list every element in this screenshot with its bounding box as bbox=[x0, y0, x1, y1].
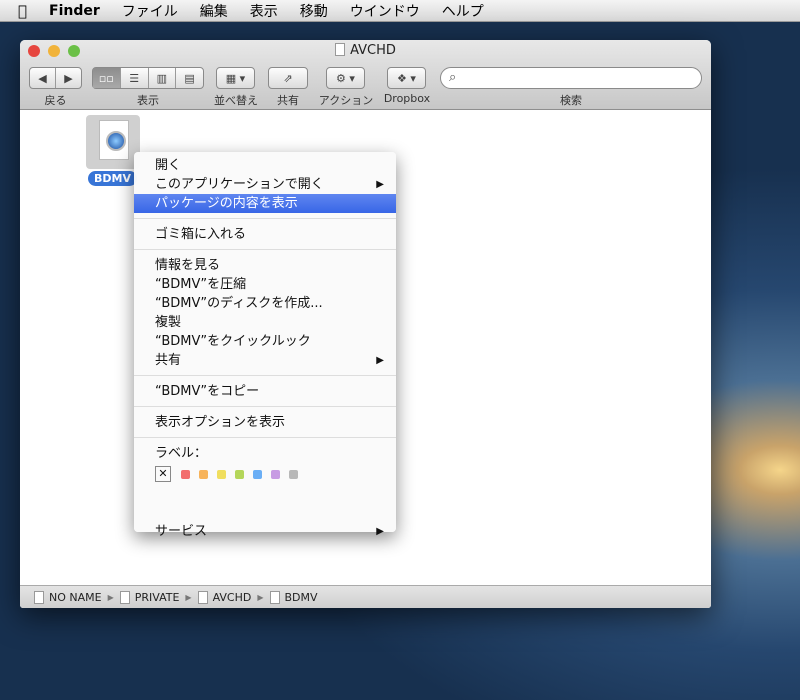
folder-icon bbox=[335, 43, 346, 56]
menu-edit[interactable]: 編集 bbox=[200, 1, 228, 21]
label-title: ラベル： bbox=[155, 446, 208, 461]
menu-item-open-with[interactable]: このアプリケーションで開く ▶ bbox=[134, 175, 396, 194]
gear-icon: ⚙ ▾ bbox=[336, 71, 355, 85]
menu-separator bbox=[134, 218, 396, 219]
menu-item-quick-look[interactable]: “BDMV”をクイックルック bbox=[134, 332, 396, 351]
label-orange[interactable] bbox=[199, 469, 208, 479]
label-green[interactable] bbox=[235, 469, 244, 479]
submenu-arrow-icon: ▶ bbox=[376, 179, 384, 190]
menu-separator bbox=[134, 437, 396, 438]
menu-item-copy[interactable]: “BDMV”をコピー bbox=[134, 382, 396, 401]
arrange-label: 並べ替え bbox=[214, 94, 258, 107]
quicktime-doc-icon bbox=[99, 120, 129, 160]
view-label: 表示 bbox=[137, 94, 159, 107]
coverflow-view-icon[interactable]: ▤ bbox=[176, 68, 203, 88]
menu-item-show-view-options[interactable]: 表示オプションを表示 bbox=[134, 413, 396, 432]
menu-separator bbox=[134, 406, 396, 407]
toolbar: AVCHD ◀ ▶ 戻る ▫▫ ☰ ▥ ▤ 表示 ▦ ▾ 並べ替え ⇗ 共有 ⚙ ▾ ア… bbox=[20, 40, 711, 110]
menu-item-compress[interactable]: “BDMV”を圧縮 bbox=[134, 275, 396, 294]
path-arrow-icon: ▶ bbox=[185, 592, 192, 602]
search-label: 検索 bbox=[560, 94, 582, 107]
list-view-icon[interactable]: ☰ bbox=[121, 68, 149, 88]
apple-menu-icon[interactable]:  bbox=[18, 2, 27, 20]
menu-item-label: このアプリケーションで開く bbox=[155, 177, 324, 192]
path-arrow-icon: ▶ bbox=[107, 592, 114, 602]
folder-icon bbox=[197, 590, 208, 604]
label-red[interactable] bbox=[181, 469, 190, 479]
menu-finder[interactable]: Finder bbox=[49, 3, 100, 19]
menu-window[interactable]: ウインドウ bbox=[350, 1, 420, 21]
disk-icon bbox=[34, 590, 44, 604]
back-label: 戻る bbox=[44, 94, 67, 107]
menu-item-get-info[interactable]: 情報を見る bbox=[134, 256, 396, 275]
label-gray[interactable] bbox=[289, 469, 298, 479]
search-input[interactable]: ⌕ bbox=[440, 67, 702, 89]
menu-file[interactable]: ファイル bbox=[122, 1, 178, 21]
icon-view-icon[interactable]: ▫▫ bbox=[93, 68, 121, 88]
menu-item-open[interactable]: 開く bbox=[134, 156, 396, 175]
label-colors: ✕ bbox=[134, 463, 396, 485]
back-forward-buttons: ◀ ▶ bbox=[29, 67, 82, 89]
forward-icon[interactable]: ▶ bbox=[56, 68, 81, 88]
share-icon: ⇗ bbox=[283, 71, 293, 85]
menu-item-move-to-trash[interactable]: ゴミ箱に入れる bbox=[134, 225, 396, 244]
menu-separator bbox=[134, 375, 396, 376]
label-yellow[interactable] bbox=[217, 469, 226, 479]
view-buttons: ▫▫ ☰ ▥ ▤ bbox=[92, 67, 204, 89]
no-label-icon[interactable]: ✕ bbox=[155, 466, 171, 482]
menu-item-show-package-contents[interactable]: パッケージの内容を表示 bbox=[134, 194, 396, 213]
dropbox-label: Dropbox bbox=[383, 92, 431, 105]
menu-item-burn[interactable]: “BDMV”のディスクを作成... bbox=[134, 294, 396, 313]
share-button[interactable]: ⇗ bbox=[268, 67, 308, 89]
menu-item-duplicate[interactable]: 複製 bbox=[134, 313, 396, 332]
menu-item-share[interactable]: 共有 ▶ bbox=[134, 351, 396, 370]
context-menu: 開く このアプリケーションで開く ▶ パッケージの内容を表示 ゴミ箱に入れる 情報… bbox=[134, 152, 396, 539]
label-purple[interactable] bbox=[271, 469, 280, 479]
submenu-arrow-icon: ▶ bbox=[376, 355, 384, 366]
menu-go[interactable]: 移動 bbox=[300, 1, 328, 21]
action-button[interactable]: ⚙ ▾ bbox=[326, 67, 365, 89]
folder-icon bbox=[269, 590, 280, 604]
column-view-icon[interactable]: ▥ bbox=[149, 68, 177, 88]
path-arrow-icon: ▶ bbox=[257, 592, 264, 602]
back-icon[interactable]: ◀ bbox=[30, 68, 56, 88]
path-item[interactable]: BDMV bbox=[285, 591, 318, 604]
menu-help[interactable]: ヘルプ bbox=[442, 1, 484, 21]
file-icon-bdmv[interactable] bbox=[86, 115, 140, 169]
path-bar: NO NAME ▶ PRIVATE ▶ AVCHD ▶ BDMV bbox=[20, 585, 711, 608]
action-label: アクション bbox=[318, 94, 374, 107]
path-item[interactable]: NO NAME bbox=[49, 591, 102, 604]
file-name-label[interactable]: BDMV bbox=[88, 171, 137, 186]
menu-item-label: サービス bbox=[155, 524, 208, 539]
window-title-text: AVCHD bbox=[350, 43, 396, 58]
menu-separator bbox=[134, 249, 396, 250]
menu-view[interactable]: 表示 bbox=[250, 1, 278, 21]
menu-item-services[interactable]: サービス ▶ bbox=[134, 522, 396, 541]
arrange-button[interactable]: ▦ ▾ bbox=[216, 67, 255, 89]
submenu-arrow-icon: ▶ bbox=[376, 526, 384, 537]
menu-item-label: 共有 bbox=[155, 353, 182, 368]
menu-separator bbox=[134, 515, 396, 516]
menu-bar:  Finder ファイル 編集 表示 移動 ウインドウ ヘルプ bbox=[0, 0, 800, 22]
path-item[interactable]: PRIVATE bbox=[135, 591, 180, 604]
arrange-icon: ▦ ▾ bbox=[225, 71, 246, 85]
path-item[interactable]: AVCHD bbox=[213, 591, 252, 604]
search-icon: ⌕ bbox=[449, 70, 457, 85]
dropbox-button[interactable]: ❖ ▾ bbox=[387, 67, 426, 89]
folder-icon bbox=[119, 590, 130, 604]
share-label: 共有 bbox=[277, 94, 299, 107]
dropbox-icon: ❖ ▾ bbox=[397, 71, 416, 85]
window-title: AVCHD bbox=[20, 43, 711, 58]
label-blue[interactable] bbox=[253, 469, 262, 479]
